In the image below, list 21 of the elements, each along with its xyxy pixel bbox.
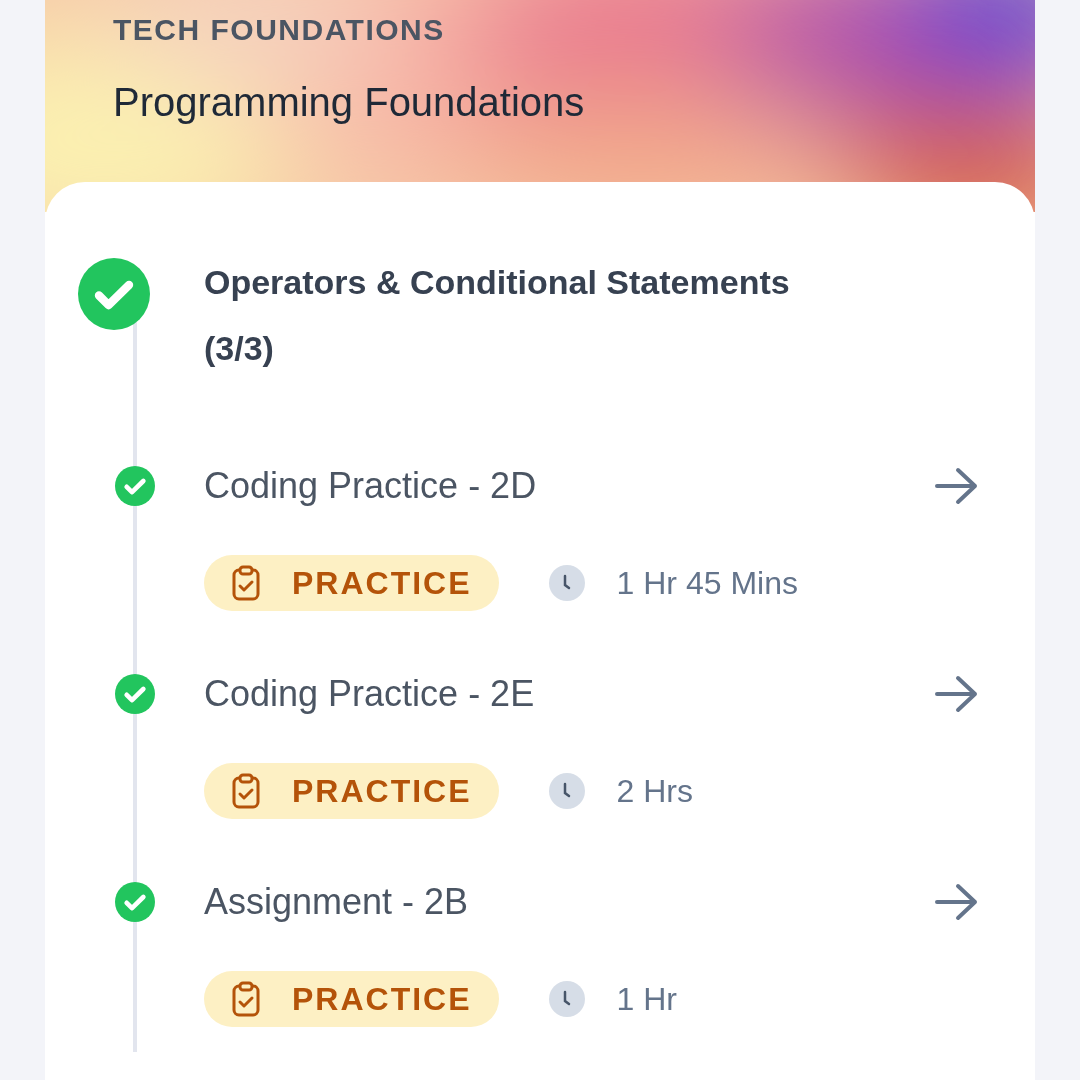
lesson-title[interactable]: Assignment - 2B — [204, 875, 469, 929]
practice-tag: PRACTICE — [204, 971, 499, 1027]
clipboard-check-icon — [231, 981, 261, 1017]
arrow-right-icon[interactable] — [934, 674, 980, 714]
practice-tag: PRACTICE — [204, 555, 499, 611]
course-title: Programming Foundations — [113, 79, 586, 126]
clipboard-check-icon — [231, 565, 261, 601]
duration-label: 1 Hr — [616, 980, 677, 1019]
module-title: Operators & Conditional Statements — [204, 263, 790, 301]
arrow-right-icon[interactable] — [934, 882, 980, 922]
practice-tag: PRACTICE — [204, 763, 499, 819]
category-label: TECH FOUNDATIONS — [113, 12, 446, 48]
clock-icon — [548, 565, 585, 601]
clock-icon — [548, 773, 585, 809]
arrow-right-icon[interactable] — [934, 466, 980, 506]
lesson-title[interactable]: Coding Practice - 2E — [204, 667, 535, 721]
clipboard-check-icon — [231, 773, 261, 809]
clock-icon — [548, 981, 585, 1017]
duration-label: 2 Hrs — [616, 772, 693, 811]
duration-label: 1 Hr 45 Mins — [616, 564, 798, 603]
lesson-title[interactable]: Coding Practice - 2D — [204, 459, 537, 513]
